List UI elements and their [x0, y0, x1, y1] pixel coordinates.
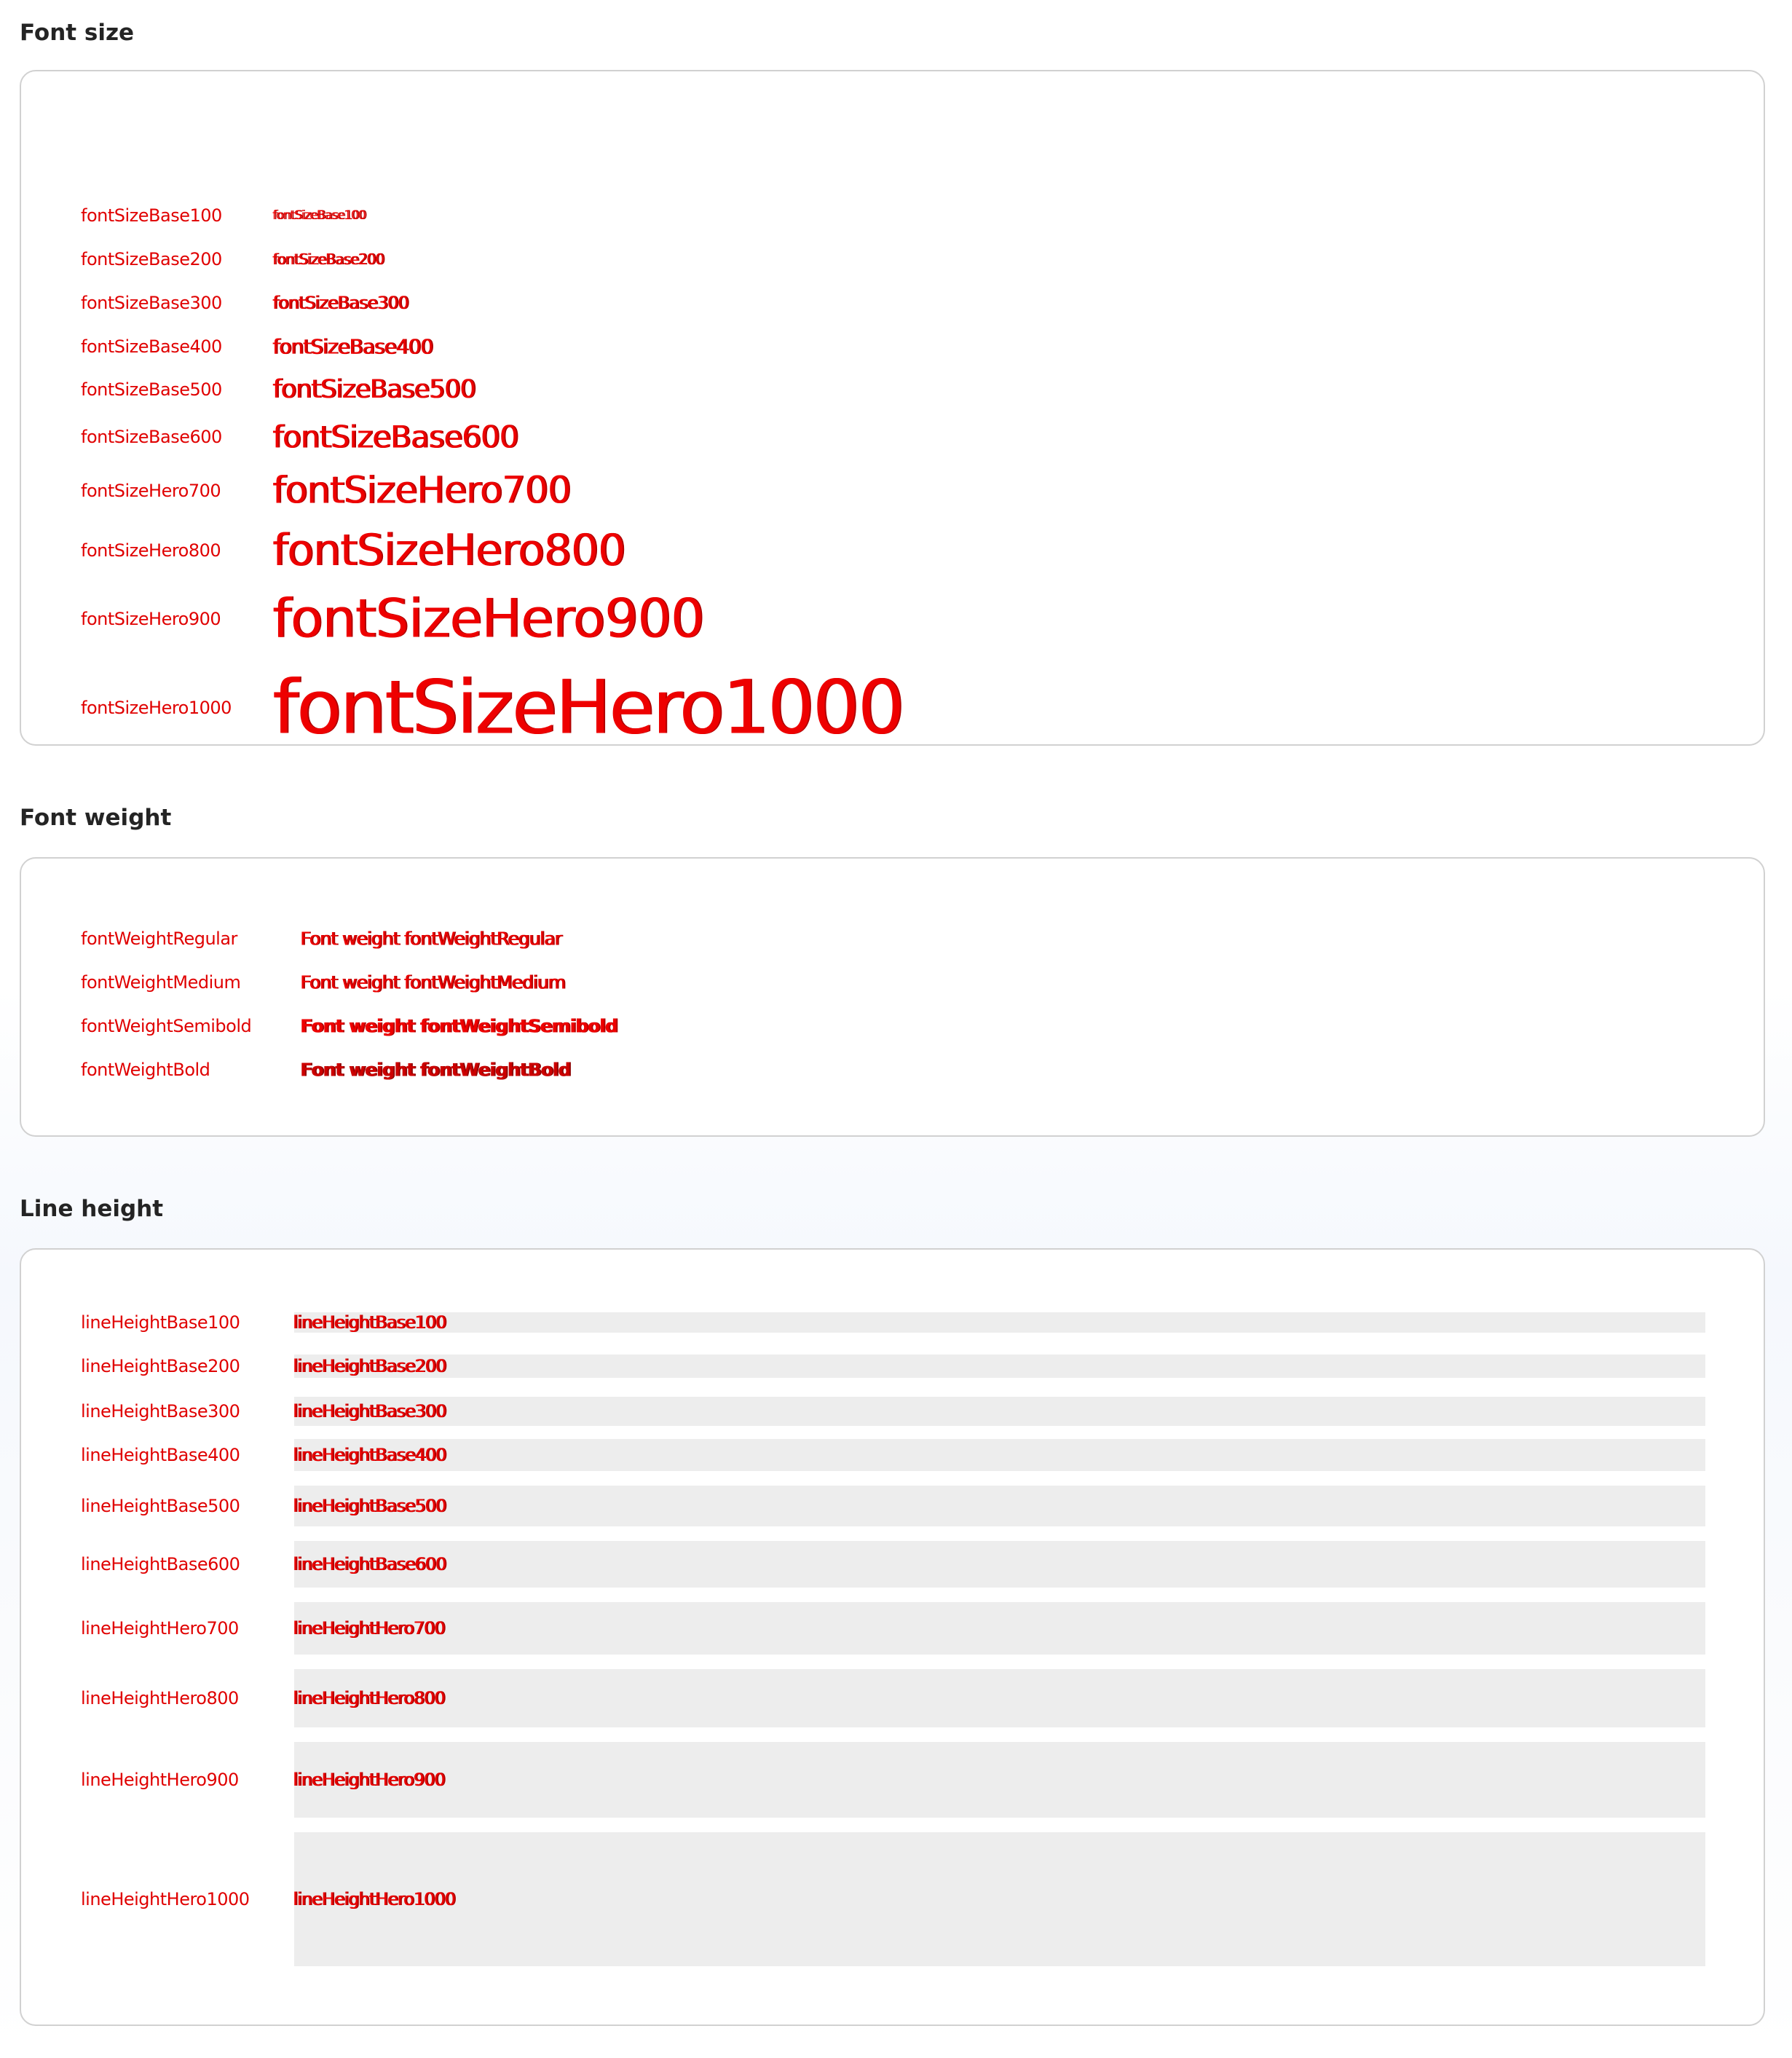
line-height-token-label: lineHeightBase100	[81, 1312, 240, 1333]
font-size-token-label: fontSizeBase300	[81, 293, 222, 313]
font-weight-token-label: fontWeightRegular	[81, 929, 237, 949]
line-height-token-label: lineHeightBase500	[81, 1496, 240, 1516]
line-height-sample: lineHeightBase600	[293, 1554, 446, 1574]
font-size-row: fontSizeHero900 fontSizeHero900	[21, 578, 1764, 660]
font-size-row: fontSizeHero700 fontSizeHero700	[21, 463, 1764, 519]
font-size-sample: fontSizeBase400	[272, 334, 433, 359]
font-size-sample: fontSizeHero1000	[272, 664, 904, 752]
line-height-row: lineHeightBase600 lineHeightBase600	[21, 1541, 1764, 1588]
line-height-sample: lineHeightBase100	[293, 1312, 446, 1333]
font-size-row: fontSizeBase100 fontSizeBase100	[21, 200, 1764, 232]
line-height-band	[294, 1486, 1705, 1526]
line-height-token-label: lineHeightBase600	[81, 1554, 240, 1574]
line-height-row: lineHeightBase300 lineHeightBase300	[21, 1397, 1764, 1426]
font-size-sample: fontSizeHero800	[272, 525, 625, 576]
font-weight-sample: Font weight fontWeightSemibold	[300, 1015, 617, 1037]
font-size-row: fontSizeBase400 fontSizeBase400	[21, 331, 1764, 363]
font-size-row: fontSizeBase200 fontSizeBase200	[21, 243, 1764, 275]
font-weight-row: fontWeightSemibold Font weight fontWeigh…	[21, 1006, 1764, 1046]
line-height-token-label: lineHeightBase200	[81, 1356, 240, 1376]
line-height-row: lineHeightBase100 lineHeightBase100	[21, 1312, 1764, 1333]
line-height-row: lineHeightHero1000 lineHeightHero1000	[21, 1832, 1764, 1966]
line-height-sample: lineHeightHero700	[293, 1618, 445, 1639]
font-size-card: fontSizeBase100 fontSizeBase100 fontSize…	[20, 70, 1765, 752]
font-size-row: fontSizeHero1000 fontSizeHero1000	[21, 654, 1764, 762]
line-height-band	[294, 1541, 1705, 1588]
font-weight-row: fontWeightRegular Font weight fontWeight…	[21, 918, 1764, 959]
line-height-row: lineHeightHero900 lineHeightHero900	[21, 1742, 1764, 1818]
line-height-band	[294, 1439, 1705, 1471]
font-size-row: fontSizeBase300 fontSizeBase300	[21, 287, 1764, 319]
font-size-sample: fontSizeBase500	[272, 375, 476, 404]
font-size-token-label: fontSizeBase600	[81, 427, 222, 447]
line-height-sample: lineHeightBase500	[293, 1496, 446, 1516]
font-size-row: fontSizeHero800 fontSizeHero800	[21, 516, 1764, 586]
line-height-token-label: lineHeightHero1000	[81, 1889, 250, 1909]
line-height-row: lineHeightHero700 lineHeightHero700	[21, 1602, 1764, 1655]
line-height-sample: lineHeightHero800	[293, 1688, 445, 1708]
line-height-card: lineHeightBase100 lineHeightBase100 line…	[20, 1248, 1765, 2026]
line-height-row: lineHeightHero800 lineHeightHero800	[21, 1669, 1764, 1727]
line-height-band	[294, 1669, 1705, 1727]
line-height-token-label: lineHeightHero800	[81, 1688, 239, 1708]
font-weight-token-label: fontWeightBold	[81, 1060, 210, 1080]
font-size-sample: fontSizeBase600	[272, 419, 518, 455]
line-height-token-label: lineHeightBase400	[81, 1445, 240, 1465]
line-height-sample: lineHeightBase300	[293, 1401, 446, 1422]
line-height-token-label: lineHeightBase300	[81, 1401, 240, 1422]
font-size-token-label: fontSizeBase200	[81, 249, 222, 269]
font-size-token-label: fontSizeHero1000	[81, 698, 232, 718]
font-size-token-label: fontSizeBase100	[81, 205, 222, 226]
font-weight-token-label: fontWeightSemibold	[81, 1016, 252, 1036]
line-height-row: lineHeightBase400 lineHeightBase400	[21, 1439, 1764, 1471]
line-height-sample: lineHeightBase400	[293, 1445, 446, 1465]
font-size-row: fontSizeBase500 fontSizeBase500	[21, 371, 1764, 408]
font-size-sample: fontSizeHero700	[272, 469, 571, 513]
line-height-band	[294, 1355, 1705, 1378]
font-size-token-label: fontSizeHero800	[81, 540, 221, 561]
font-size-sample: fontSizeBase200	[272, 251, 384, 268]
font-weight-row: fontWeightBold Font weight fontWeightBol…	[21, 1049, 1764, 1090]
font-size-sample: fontSizeBase100	[272, 208, 366, 223]
line-height-row: lineHeightBase200 lineHeightBase200	[21, 1355, 1764, 1378]
line-height-band	[294, 1602, 1705, 1655]
line-height-token-label: lineHeightHero700	[81, 1618, 239, 1639]
font-weight-sample: Font weight fontWeightMedium	[300, 971, 565, 993]
line-height-band	[294, 1742, 1705, 1818]
font-size-token-label: fontSizeBase400	[81, 336, 222, 357]
font-weight-sample: Font weight fontWeightBold	[300, 1059, 571, 1081]
line-height-sample: lineHeightBase200	[293, 1356, 446, 1376]
font-weight-row: fontWeightMedium Font weight fontWeightM…	[21, 962, 1764, 1003]
line-height-token-label: lineHeightHero900	[81, 1770, 239, 1790]
font-weight-token-label: fontWeightMedium	[81, 972, 241, 993]
font-size-sample: fontSizeBase300	[272, 293, 408, 313]
font-size-sample: fontSizeHero900	[272, 588, 704, 650]
font-size-token-label: fontSizeHero900	[81, 609, 221, 629]
line-height-band	[294, 1312, 1705, 1333]
line-height-sample: lineHeightHero900	[293, 1770, 445, 1790]
section-title-font-weight: Font weight	[20, 805, 172, 831]
font-size-token-label: fontSizeHero700	[81, 481, 221, 501]
section-title-line-height: Line height	[20, 1196, 164, 1222]
line-height-band	[294, 1397, 1705, 1426]
font-weight-sample: Font weight fontWeightRegular	[300, 928, 561, 950]
line-height-band	[294, 1832, 1705, 1966]
line-height-sample: lineHeightHero1000	[293, 1889, 456, 1909]
font-size-token-label: fontSizeBase500	[81, 379, 222, 400]
font-weight-card: fontWeightRegular Font weight fontWeight…	[20, 857, 1765, 1137]
section-title-font-size: Font size	[20, 20, 135, 46]
font-size-row: fontSizeBase600 fontSizeBase600	[21, 415, 1764, 459]
line-height-row: lineHeightBase500 lineHeightBase500	[21, 1486, 1764, 1526]
